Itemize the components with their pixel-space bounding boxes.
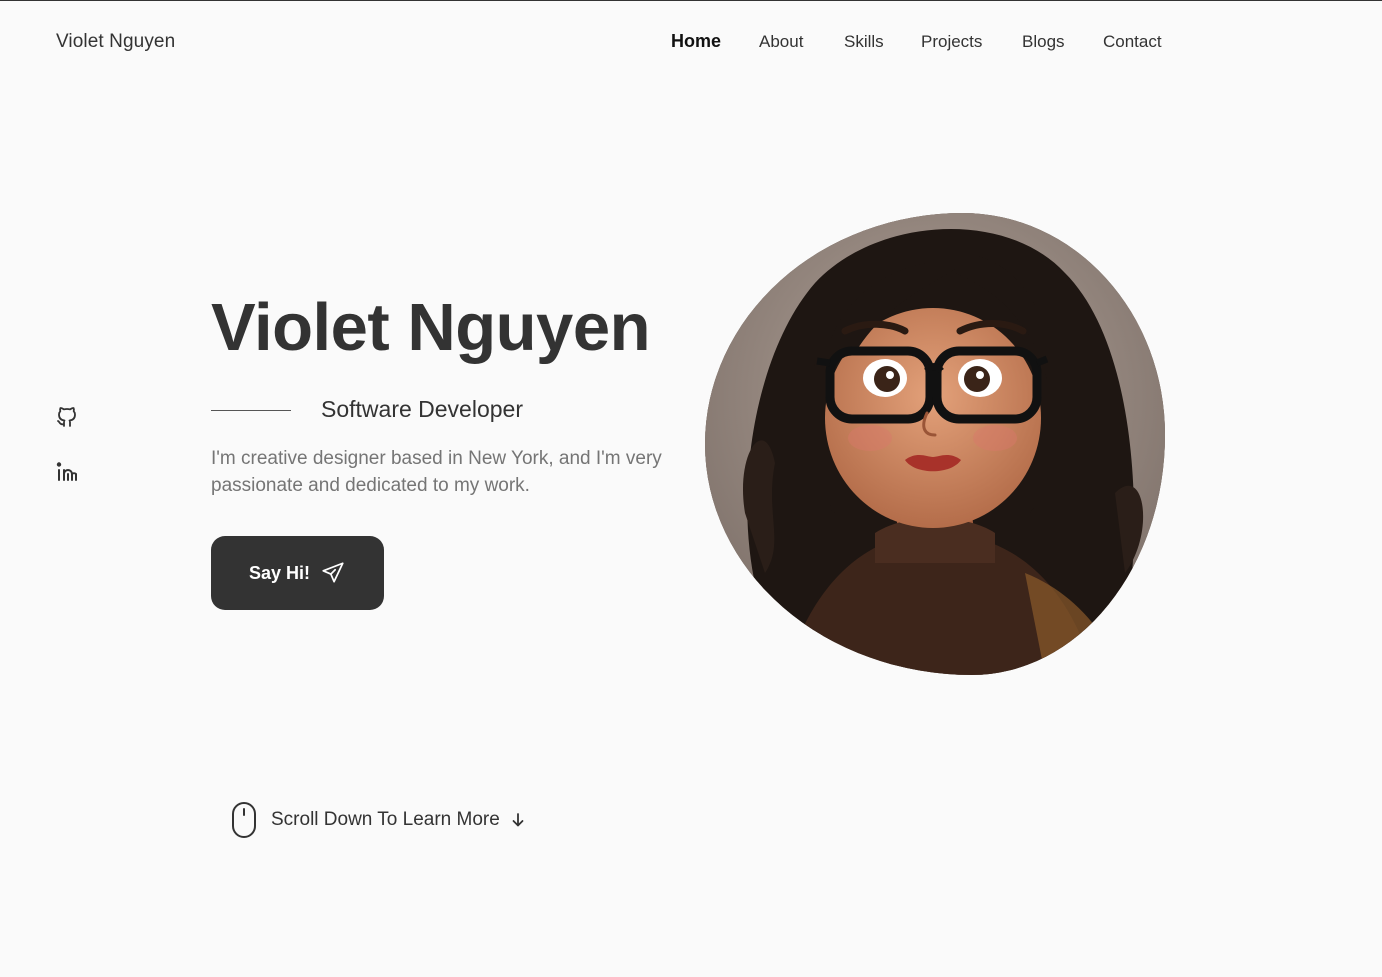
nav-home[interactable]: Home: [671, 31, 721, 52]
scroll-label: Scroll Down To Learn More: [271, 809, 500, 830]
arrow-down-icon: [512, 813, 524, 827]
subtitle-divider: [211, 410, 291, 411]
site-brand[interactable]: Violet Nguyen: [56, 31, 175, 53]
nav-contact[interactable]: Contact: [1103, 32, 1162, 52]
mouse-icon: [232, 802, 256, 838]
nav-projects[interactable]: Projects: [921, 32, 982, 52]
nav-skills[interactable]: Skills: [844, 32, 884, 52]
say-hi-button[interactable]: Say Hi!: [211, 536, 384, 610]
hero-name: Violet Nguyen: [211, 290, 651, 365]
profile-portrait: [705, 213, 1165, 675]
say-hi-label: Say Hi!: [248, 562, 311, 583]
send-icon: [322, 562, 344, 583]
github-icon[interactable]: [55, 405, 79, 429]
nav-blogs[interactable]: Blogs: [1022, 32, 1065, 52]
hero-description: I'm creative designer based in New York,…: [211, 448, 662, 496]
scroll-down-hint[interactable]: Scroll Down To Learn More: [231, 801, 526, 839]
linkedin-icon[interactable]: [55, 460, 79, 484]
hero-role: Software Developer: [321, 396, 523, 422]
nav-about[interactable]: About: [759, 32, 803, 52]
